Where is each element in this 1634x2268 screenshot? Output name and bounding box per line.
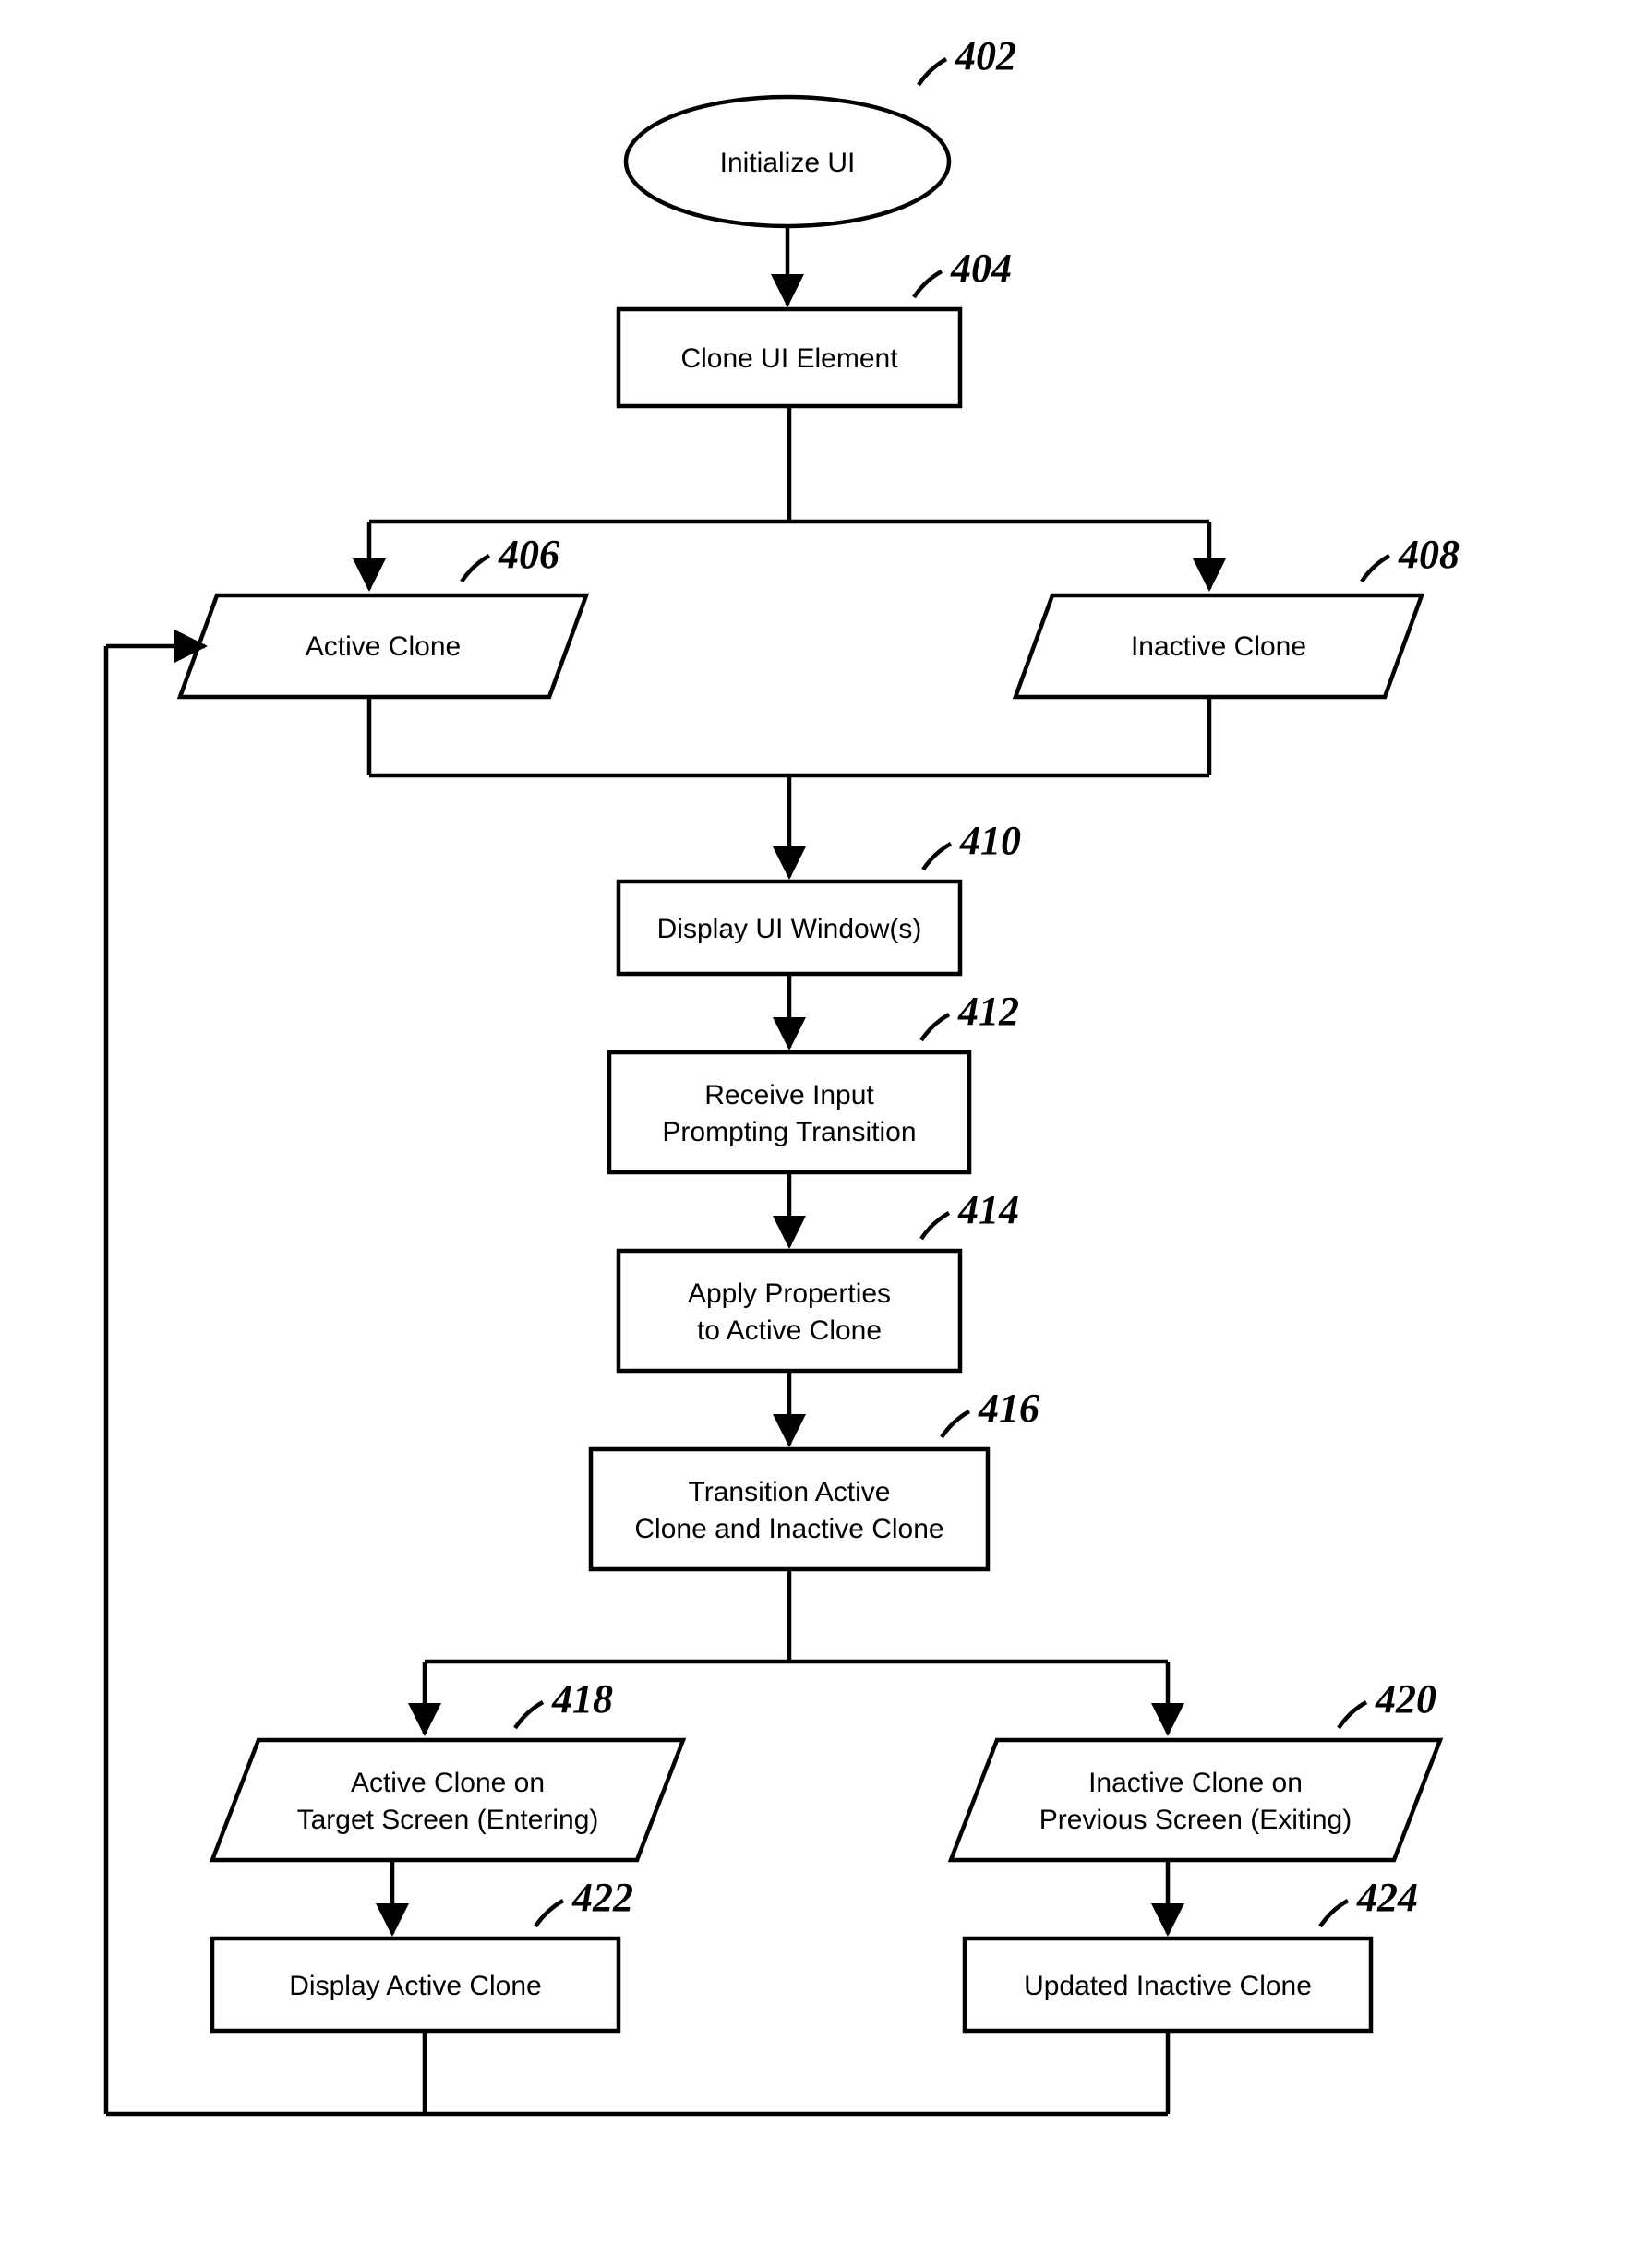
ref-424: 424: [1356, 1875, 1418, 1920]
ref-422: 422: [571, 1875, 633, 1920]
node-inactive-clone-exiting: Inactive Clone on Previous Screen (Exiti…: [951, 1676, 1440, 1860]
node-406-text: Active Clone: [306, 631, 461, 662]
node-414-text-l2: to Active Clone: [697, 1315, 882, 1346]
node-clone-ui-element: Clone UI Element 404: [619, 246, 1012, 406]
node-apply-properties: Apply Properties to Active Clone 414: [619, 1187, 1019, 1371]
node-420-text-l1: Inactive Clone on: [1088, 1768, 1303, 1798]
node-410-text: Display UI Window(s): [657, 914, 922, 944]
ref-404: 404: [950, 246, 1012, 291]
ref-414: 414: [957, 1187, 1019, 1232]
node-active-clone: Active Clone 406: [180, 532, 586, 697]
node-display-ui-windows: Display UI Window(s) 410: [619, 818, 1021, 974]
node-408-text: Inactive Clone: [1131, 631, 1306, 662]
node-active-clone-entering: Active Clone on Target Screen (Entering)…: [212, 1676, 683, 1860]
node-display-active-clone: Display Active Clone 422: [212, 1875, 633, 2031]
node-updated-inactive-clone: Updated Inactive Clone 424: [965, 1875, 1418, 2031]
ref-402: 402: [955, 33, 1016, 78]
ref-418: 418: [551, 1676, 613, 1722]
node-transition-clones: Transition Active Clone and Inactive Clo…: [591, 1386, 1039, 1569]
ref-410: 410: [959, 818, 1021, 863]
node-404-text: Clone UI Element: [680, 343, 898, 374]
node-422-text: Display Active Clone: [289, 1971, 541, 2001]
node-424-text: Updated Inactive Clone: [1024, 1971, 1312, 2001]
ref-420: 420: [1375, 1676, 1436, 1722]
ref-412: 412: [957, 989, 1019, 1034]
node-412-text-l1: Receive Input: [704, 1080, 874, 1110]
node-418-text-l2: Target Screen (Entering): [297, 1805, 599, 1835]
node-receive-input: Receive Input Prompting Transition 412: [609, 989, 1019, 1172]
node-416-text-l2: Clone and Inactive Clone: [634, 1514, 943, 1544]
node-414-text-l1: Apply Properties: [688, 1278, 891, 1309]
node-420-text-l2: Previous Screen (Exiting): [1039, 1805, 1352, 1835]
node-inactive-clone: Inactive Clone 408: [1015, 532, 1460, 697]
node-402-text: Initialize UI: [720, 148, 856, 178]
node-412-text-l2: Prompting Transition: [662, 1117, 916, 1147]
node-418-text-l1: Active Clone on: [351, 1768, 545, 1798]
ref-408: 408: [1398, 532, 1460, 577]
ref-416: 416: [978, 1386, 1039, 1431]
ref-406: 406: [498, 532, 559, 577]
node-initialize-ui: Initialize UI 402: [626, 33, 1016, 226]
node-416-text-l1: Transition Active: [689, 1477, 891, 1507]
